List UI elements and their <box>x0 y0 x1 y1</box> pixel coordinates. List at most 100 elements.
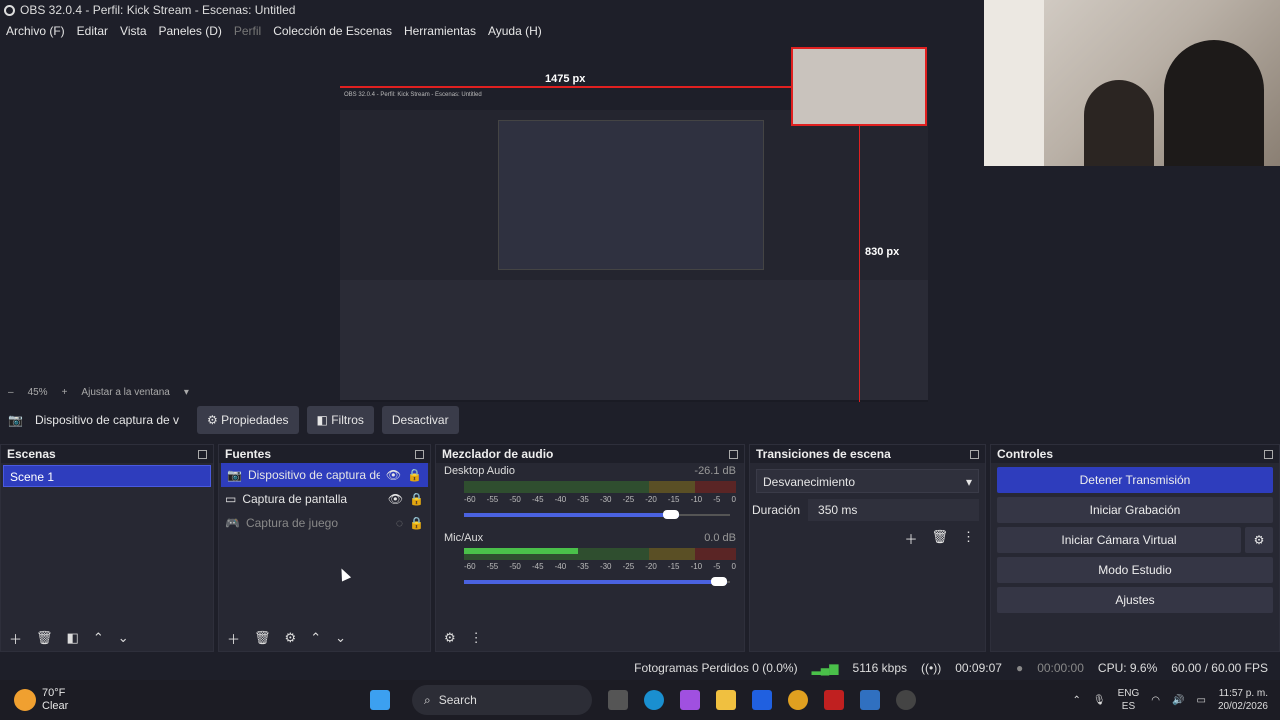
add-transition-button[interactable]: ＋ <box>904 529 917 548</box>
lock-icon[interactable]: 🔒 <box>409 492 424 506</box>
file-explorer-icon[interactable] <box>716 690 736 710</box>
zoom-in-button[interactable]: + <box>62 387 68 398</box>
menu-editar[interactable]: Editar <box>71 24 114 38</box>
transition-select[interactable]: Desvanecimiento ▾ <box>756 469 979 493</box>
volume-slider[interactable] <box>464 508 730 522</box>
more-icon[interactable]: ⋮ <box>470 630 483 646</box>
webcam-person <box>1084 80 1154 166</box>
sources-dock: Fuentes 📷 Dispositivo de captura de v 👁 … <box>218 444 431 652</box>
edge-icon[interactable] <box>644 690 664 710</box>
meter-tick-label: -30 <box>599 495 612 504</box>
volume-slider[interactable] <box>464 575 730 589</box>
meter-scale: -60 -55 -50 -45 -40 -35 -30 -25 -20 -15 -10 -5 0 <box>464 562 736 571</box>
menu-perfil[interactable]: Perfil <box>228 24 267 38</box>
height-guide-label: 830 px <box>865 246 900 258</box>
menu-vista[interactable]: Vista <box>114 24 152 38</box>
trash-icon[interactable]: 🗑 <box>254 630 271 646</box>
speaker-icon[interactable]: 🔊 <box>1172 695 1184 706</box>
copilot-icon[interactable] <box>680 690 700 710</box>
studio-mode-button[interactable]: Modo Estudio <box>997 557 1273 583</box>
temperature: 70°F <box>42 687 66 699</box>
dropbox-icon[interactable] <box>752 690 772 710</box>
move-down-icon[interactable]: ⌄ <box>335 630 346 646</box>
windows-start-icon[interactable] <box>370 690 390 710</box>
chrome-icon[interactable] <box>788 690 808 710</box>
clock[interactable]: 11:57 p. m. 20/02/2026 <box>1218 687 1268 713</box>
virtual-cam-gear-icon[interactable]: ⚙ <box>1245 527 1273 553</box>
zoom-out-button[interactable]: – <box>8 387 14 398</box>
undock-icon[interactable] <box>1264 449 1273 459</box>
start-recording-button[interactable]: Iniciar Grabación <box>997 497 1273 523</box>
webcam-background <box>984 0 1044 166</box>
meter-tick-label: -35 <box>577 562 589 571</box>
volume-knob[interactable] <box>711 577 728 586</box>
volume-meter <box>464 548 736 560</box>
weather-condition: Clear <box>42 700 69 712</box>
meter-tick-label: -10 <box>690 562 703 571</box>
scene-item[interactable]: Scene 1 <box>3 465 211 487</box>
undock-icon[interactable] <box>729 449 738 459</box>
menu-coleccion[interactable]: Colección de Escenas <box>267 24 398 38</box>
source-item[interactable]: 🎮 Captura de juego ◌ 🔒 <box>219 511 430 535</box>
volume-knob[interactable] <box>663 510 680 519</box>
obs-logo-icon <box>4 4 15 16</box>
trash-icon[interactable]: 🗑 <box>931 529 948 548</box>
undock-icon[interactable] <box>970 449 979 459</box>
move-up-icon[interactable]: ⌃ <box>310 630 321 646</box>
transitions-dock: Transiciones de escena Desvanecimiento ▾ … <box>749 444 986 652</box>
chevron-up-icon[interactable]: ⌃ <box>1073 695 1081 706</box>
start-virtual-cam-button[interactable]: Iniciar Cámara Virtual <box>997 527 1241 553</box>
wifi-icon[interactable]: ◠ <box>1151 695 1160 706</box>
lock-icon[interactable]: 🔒 <box>407 468 422 482</box>
properties-button[interactable]: ⚙ Propiedades <box>197 406 299 434</box>
add-scene-button[interactable]: ＋ <box>9 629 22 648</box>
lock-icon[interactable]: 🔒 <box>409 516 424 530</box>
gear-icon[interactable]: ⚙ <box>285 630 297 646</box>
chevron-down-icon[interactable]: ▾ <box>184 387 189 398</box>
duration-input[interactable]: 350 ms <box>808 499 979 521</box>
microphone-icon[interactable]: 🎙 <box>1093 695 1106 706</box>
selected-source-bounding-box[interactable] <box>791 47 927 126</box>
settings-button[interactable]: Ajustes <box>997 587 1273 613</box>
taskbar-search[interactable]: ⌕ Search <box>412 685 592 715</box>
preview-inner-docks <box>340 295 928 395</box>
eye-hidden-icon[interactable]: ◌ <box>396 516 403 530</box>
filters-label: Filtros <box>331 413 364 427</box>
dropped-frames: Fotogramas Perdidos 0 (0.0%) <box>634 661 798 675</box>
task-view-icon[interactable] <box>608 690 628 710</box>
menu-paneles[interactable]: Paneles (D) <box>153 24 228 38</box>
move-up-icon[interactable]: ⌃ <box>93 630 104 646</box>
trash-icon[interactable]: 🗑 <box>36 630 53 646</box>
add-source-button[interactable]: ＋ <box>227 629 240 648</box>
eye-icon[interactable]: 👁 <box>386 468 401 482</box>
transitions-dock-title: Transiciones de escena <box>750 445 985 463</box>
deactivate-button[interactable]: Desactivar <box>381 406 459 434</box>
scene-filters-icon[interactable]: ◧ <box>67 630 79 646</box>
zoom-fit-select[interactable]: Ajustar a la ventana <box>81 387 169 398</box>
menu-archivo[interactable]: Archivo (F) <box>0 24 71 38</box>
mixer-channel: Desktop Audio -26.1 dB -60 -55 -50 -45 -40 -35… <box>436 463 744 524</box>
menu-herramientas[interactable]: Herramientas <box>398 24 482 38</box>
advanced-audio-gear-icon[interactable]: ⚙ <box>444 630 456 646</box>
properties-label: Propiedades <box>221 413 289 427</box>
source-item[interactable]: 📷 Dispositivo de captura de v 👁 🔒 <box>221 463 428 487</box>
shield-app-icon[interactable] <box>860 690 880 710</box>
obs-taskbar-icon[interactable] <box>896 690 916 710</box>
menu-ayuda[interactable]: Ayuda (H) <box>482 24 548 38</box>
weather-widget[interactable]: 70°F Clear <box>0 687 370 713</box>
record-icon: ● <box>1015 661 1024 675</box>
width-guide-label: 1475 px <box>545 73 586 85</box>
meter-tick-label: -45 <box>531 495 544 504</box>
stop-stream-button[interactable]: Detener Transmisión <box>997 467 1273 493</box>
more-icon[interactable]: ⋮ <box>962 529 975 548</box>
eye-icon[interactable]: 👁 <box>388 492 403 506</box>
source-item[interactable]: ▭ Captura de pantalla 👁 🔒 <box>219 487 430 511</box>
undock-icon[interactable] <box>415 449 424 459</box>
undock-icon[interactable] <box>198 449 207 459</box>
filezilla-icon[interactable] <box>824 690 844 710</box>
preview-canvas[interactable]: OBS 32.0.4 - Perfil: Kick Stream - Escen… <box>340 90 928 420</box>
move-down-icon[interactable]: ⌄ <box>118 630 129 646</box>
filters-button[interactable]: ◧ Filtros <box>306 406 374 434</box>
battery-icon[interactable]: ▭ <box>1196 695 1205 706</box>
language-indicator[interactable]: ENG ES <box>1118 687 1140 713</box>
